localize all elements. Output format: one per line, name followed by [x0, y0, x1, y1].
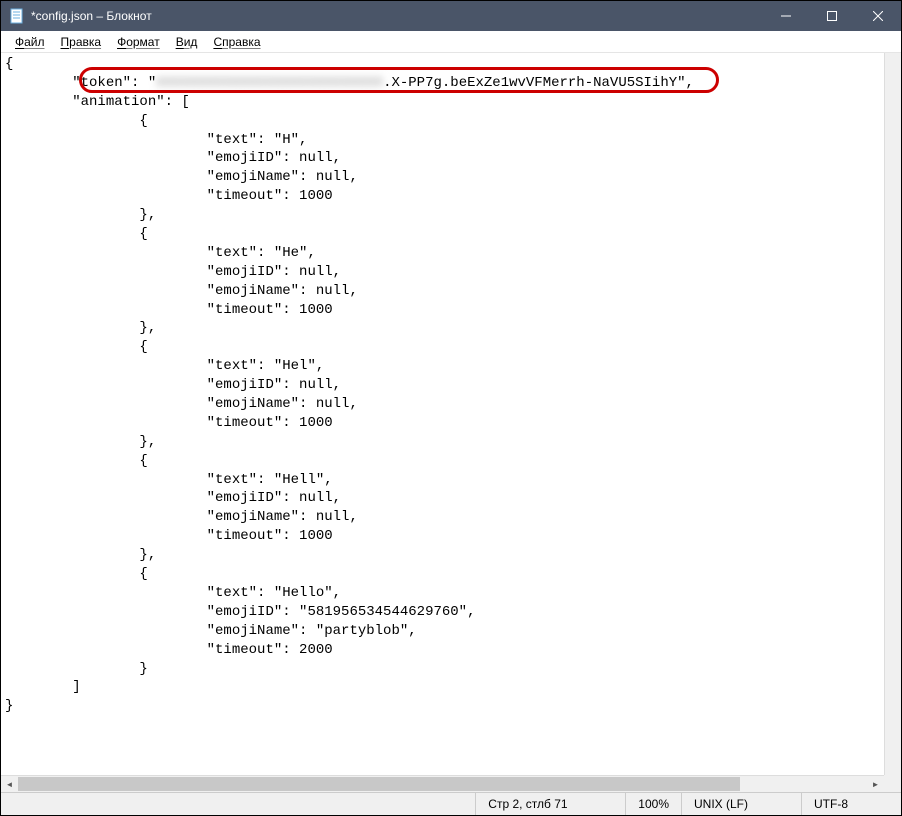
- menu-edit[interactable]: Правка: [53, 33, 110, 51]
- menu-file[interactable]: Файл: [7, 33, 53, 51]
- editor-content[interactable]: { "token": "XXXXXXXXXXXXXXXXXXXXXXXXXXX.…: [1, 53, 901, 718]
- status-encoding: UTF-8: [801, 793, 901, 815]
- statusbar: Стр 2, стлб 71 100% UNIX (LF) UTF-8: [1, 792, 901, 815]
- titlebar: *config.json – Блокнот: [1, 1, 901, 31]
- menu-help[interactable]: Справка: [205, 33, 268, 51]
- scroll-thumb-h[interactable]: [18, 777, 740, 791]
- status-zoom: 100%: [625, 793, 681, 815]
- editor-area[interactable]: { "token": "XXXXXXXXXXXXXXXXXXXXXXXXXXX.…: [1, 53, 901, 792]
- horizontal-scrollbar[interactable]: ◄ ►: [1, 775, 884, 792]
- scroll-left-button[interactable]: ◄: [1, 776, 18, 793]
- vertical-scrollbar[interactable]: [884, 53, 901, 775]
- menu-view[interactable]: Вид: [168, 33, 206, 51]
- status-lineending: UNIX (LF): [681, 793, 801, 815]
- close-button[interactable]: [855, 1, 901, 31]
- status-cursor: Стр 2, стлб 71: [475, 793, 625, 815]
- scroll-track-h[interactable]: [18, 776, 867, 792]
- minimize-button[interactable]: [763, 1, 809, 31]
- scroll-right-button[interactable]: ►: [867, 776, 884, 793]
- notepad-icon: [9, 8, 25, 24]
- maximize-button[interactable]: [809, 1, 855, 31]
- notepad-window: *config.json – Блокнот Файл Правка Форма…: [1, 1, 901, 815]
- window-controls: [763, 1, 901, 31]
- scroll-corner: [884, 775, 901, 792]
- window-title: *config.json – Блокнот: [31, 9, 152, 23]
- menu-format[interactable]: Формат: [109, 33, 168, 51]
- menubar: Файл Правка Формат Вид Справка: [1, 31, 901, 53]
